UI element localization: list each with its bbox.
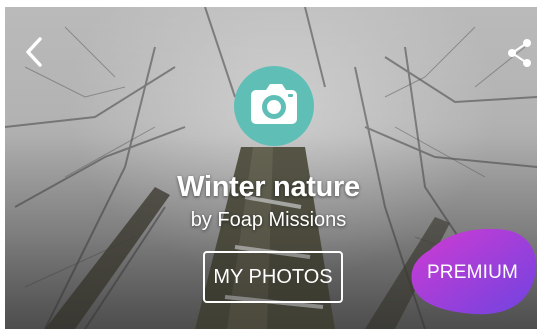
premium-label: PREMIUM: [426, 262, 519, 283]
chevron-left-icon: [26, 37, 42, 67]
my-photos-label: MY PHOTOS: [213, 265, 333, 288]
camera-icon: [251, 84, 297, 124]
mission-screen: Winter nature by Foap Missions MY PHOTOS…: [0, 0, 537, 329]
mission-title: Winter nature: [177, 171, 360, 203]
premium-badge[interactable]: PREMIUM: [408, 224, 537, 320]
mission-camera-badge: [234, 66, 314, 146]
share-icon: [508, 39, 531, 67]
share-button[interactable]: [506, 38, 534, 68]
my-photos-button[interactable]: MY PHOTOS: [203, 251, 343, 303]
back-button[interactable]: [20, 36, 48, 68]
